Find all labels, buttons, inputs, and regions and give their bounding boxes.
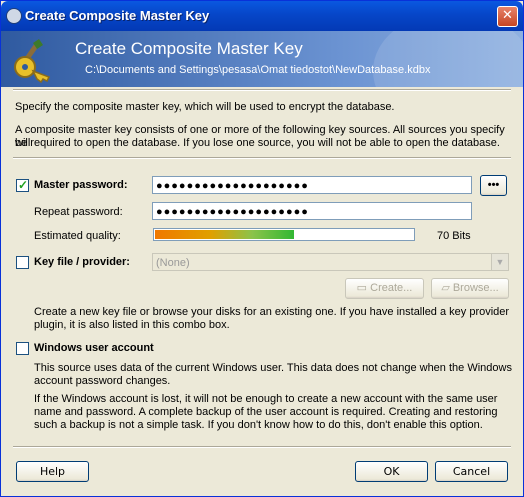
- browse-key-file-label: Browse...: [452, 282, 499, 294]
- master-password-label: Master password:: [34, 179, 128, 191]
- header-banner: Create Composite Master Key C:\Documents…: [1, 31, 523, 87]
- chevron-down-icon[interactable]: ▼: [491, 254, 508, 270]
- content-area: Specify the composite master key, which …: [1, 87, 523, 457]
- help-button[interactable]: Help: [16, 461, 89, 482]
- quality-value: 70 Bits: [437, 230, 471, 242]
- key-file-selected: (None): [156, 257, 190, 269]
- key-file-help-1: Create a new key file or browse your dis…: [34, 306, 510, 318]
- windows-account-warning-3: such a backup is not a simple task. If y…: [34, 419, 483, 431]
- quality-label: Estimated quality:: [34, 230, 121, 242]
- checkmark-icon: ✓: [18, 178, 29, 192]
- windows-account-warning-2: name and password. A complete backup of …: [34, 406, 498, 418]
- quality-bar-fill: [155, 230, 294, 239]
- window-title: Create Composite Master Key: [25, 8, 210, 23]
- key-icon: [14, 39, 51, 83]
- dialog-window: Create Composite Master Key ✕ Create Com…: [0, 0, 524, 497]
- browse-key-file-button[interactable]: ▱ Browse...: [431, 278, 509, 299]
- banner-title: Create Composite Master Key: [75, 39, 303, 58]
- key-file-checkbox[interactable]: [16, 256, 29, 269]
- windows-account-checkbox[interactable]: [16, 342, 29, 355]
- cancel-button[interactable]: Cancel: [435, 461, 508, 482]
- document-icon: ▭: [356, 282, 371, 294]
- windows-account-desc-1: This source uses data of the current Win…: [34, 362, 512, 374]
- windows-account-warning-1: If the Windows account is lost, it will …: [34, 393, 498, 405]
- title-bar[interactable]: Create Composite Master Key ✕: [1, 1, 523, 31]
- close-button[interactable]: ✕: [497, 6, 518, 27]
- key-file-combo[interactable]: (None) ▼: [152, 253, 509, 271]
- database-path: C:\Documents and Settings\pesasa\Omat ti…: [85, 64, 431, 76]
- divider: [13, 446, 511, 448]
- banner-decoration: [373, 31, 523, 87]
- repeat-password-label: Repeat password:: [34, 206, 123, 218]
- key-file-help-2: plugin, it is also listed in this combo …: [34, 319, 230, 331]
- intro-line-1: Specify the composite master key, which …: [15, 101, 395, 113]
- divider: [13, 89, 511, 91]
- create-key-file-button[interactable]: ▭ Create...: [345, 278, 424, 299]
- folder-icon: ▱: [441, 282, 453, 294]
- quality-bar: [153, 228, 415, 241]
- button-bar: Help OK Cancel: [1, 457, 523, 496]
- key-file-label: Key file / provider:: [34, 256, 130, 268]
- divider: [13, 157, 511, 159]
- lock-icon: [6, 8, 22, 24]
- master-password-checkbox[interactable]: ✓: [16, 178, 29, 192]
- windows-account-desc-2: account password changes.: [34, 375, 171, 387]
- show-password-button[interactable]: •••: [480, 175, 507, 196]
- create-key-file-label: Create...: [370, 282, 413, 294]
- ok-button[interactable]: OK: [355, 461, 428, 482]
- master-password-input[interactable]: ●●●●●●●●●●●●●●●●●●●●: [152, 176, 472, 194]
- windows-account-label: Windows user account: [34, 342, 154, 354]
- repeat-password-input[interactable]: ●●●●●●●●●●●●●●●●●●●●: [152, 202, 472, 220]
- intro-line-3: be required to open the database. If you…: [15, 137, 500, 149]
